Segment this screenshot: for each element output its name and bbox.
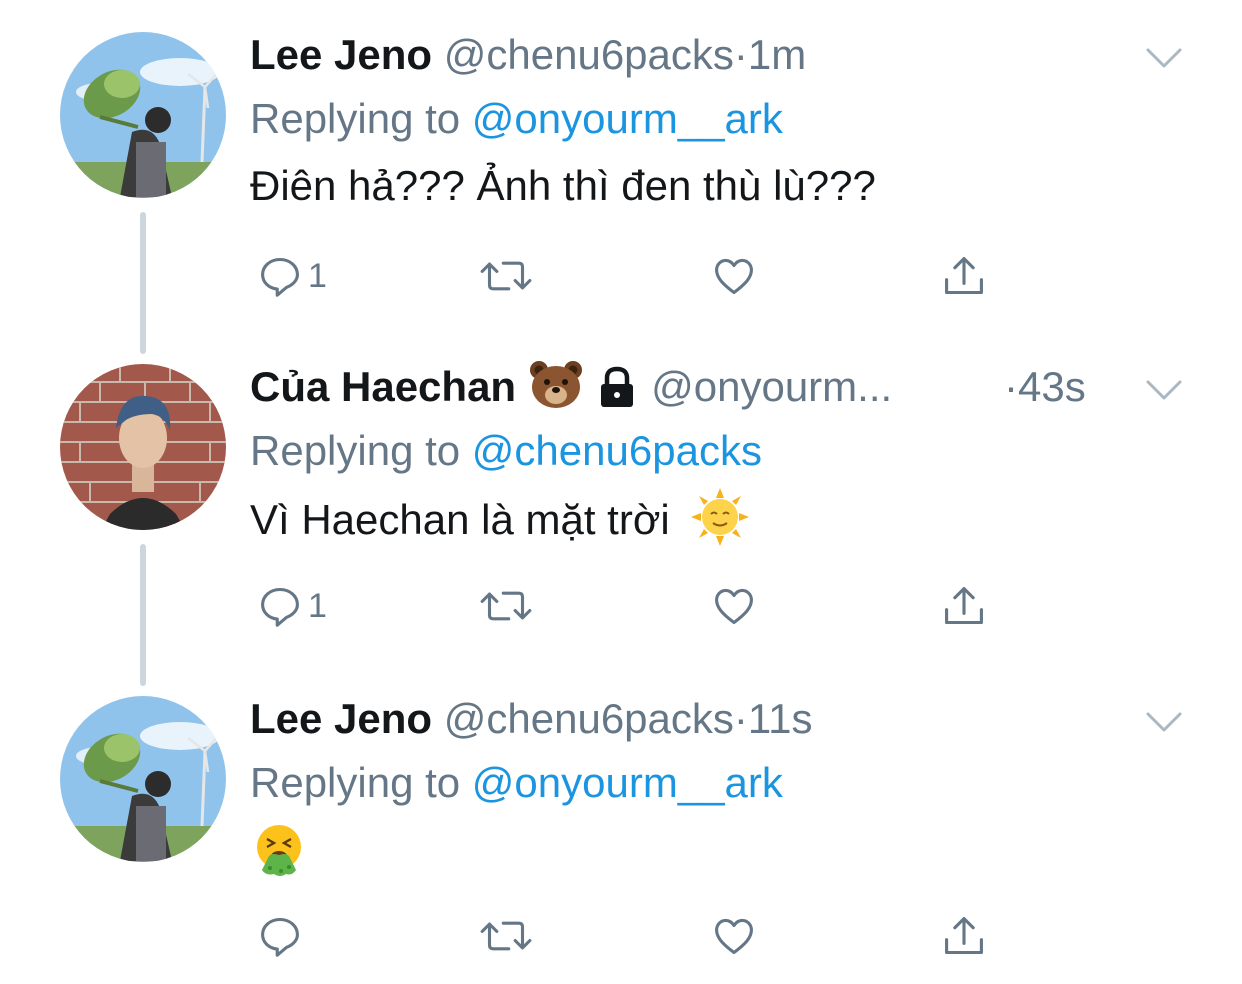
share-icon [942,584,986,628]
like-icon [712,584,756,628]
share-button[interactable] [942,246,986,306]
tweet-header: Lee Jeno @chenu6packs·11s [250,690,813,748]
retweet-button[interactable] [478,246,534,306]
replying-to-label: Replying to [250,95,461,142]
like-icon [712,254,756,298]
retweet-button[interactable] [478,576,534,636]
chevron-down-icon[interactable] [1144,370,1184,410]
reply-button[interactable] [258,906,308,966]
avatar-image [60,364,226,530]
replying-to-label: Replying to [250,759,461,806]
author-name[interactable]: Của Haechan [250,363,516,410]
avatar-image [60,32,226,198]
reply-button[interactable]: 1 [258,576,327,636]
tweet-text-container: Vì Haechan là mặt trời [250,488,750,562]
vomiting-face-emoji [250,822,308,896]
replying-to-mention[interactable]: @chenu6packs [472,427,762,474]
replying-to-mention[interactable]: @onyourm__ark [472,759,783,806]
avatar[interactable] [60,696,226,862]
tweet-header: Của Haechan @onyourm... [250,358,1130,416]
tweet[interactable]: Của Haechan @onyourm... ·43s Replying to… [0,358,1242,658]
like-icon [712,914,756,958]
tweet-text: Điên hả??? Ảnh thì đen thù lù??? [250,162,876,209]
author-name[interactable]: Lee Jeno [250,695,432,742]
tweet[interactable]: Lee Jeno @chenu6packs·1m Replying to @on… [0,26,1242,326]
tweet-actions: 1 [250,246,1010,306]
tweet-text-container [250,822,308,896]
like-button[interactable] [712,906,756,966]
author-handle[interactable]: @chenu6packs [444,31,734,78]
timestamp[interactable]: 1m [748,31,806,78]
replying-to: Replying to @chenu6packs [250,422,762,480]
reply-icon [258,584,302,628]
retweet-button[interactable] [478,906,534,966]
separator-dot: · [733,695,748,742]
avatar[interactable] [60,32,226,198]
avatar[interactable] [60,364,226,530]
reply-icon [258,254,302,298]
share-button[interactable] [942,576,986,636]
retweet-icon [478,254,534,298]
share-button[interactable] [942,906,986,966]
author-handle[interactable]: @chenu6packs [444,695,734,742]
tweet-actions: 1 [250,576,1010,636]
share-icon [942,914,986,958]
like-button[interactable] [712,576,756,636]
tweet-text: Vì Haechan là mặt trời [250,496,670,543]
timestamp[interactable]: 11s [748,695,813,742]
reply-count: 1 [308,256,327,295]
chevron-down-icon[interactable] [1144,702,1184,742]
avatar-image [60,696,226,862]
author-name[interactable]: Lee Jeno [250,31,432,78]
retweet-icon [478,914,534,958]
reply-button[interactable]: 1 [258,246,327,306]
thread-line [140,544,146,686]
separator-dot: · [733,31,748,78]
replying-to: Replying to @onyourm__ark [250,754,783,812]
replying-to-mention[interactable]: @onyourm__ark [472,95,783,142]
tweet-actions [250,906,1010,966]
separator-dot: · [1004,363,1018,410]
bear-face-emoji [528,359,584,424]
reply-icon [258,914,302,958]
share-icon [942,254,986,298]
retweet-icon [478,584,534,628]
timestamp-group: ·43s [1004,358,1086,416]
tweet-header: Lee Jeno @chenu6packs·1m [250,26,806,84]
lock-icon [595,365,639,424]
timestamp[interactable]: 43s [1018,363,1086,410]
sun-with-face-emoji [691,488,750,562]
chevron-down-icon[interactable] [1144,38,1184,78]
thread-line [140,212,146,354]
reply-count: 1 [308,586,327,625]
replying-to-label: Replying to [250,427,461,474]
tweet[interactable]: Lee Jeno @chenu6packs·11s Replying to @o… [0,690,1242,984]
like-button[interactable] [712,246,756,306]
author-handle[interactable]: @onyourm... [651,363,892,410]
replying-to: Replying to @onyourm__ark [250,90,783,148]
